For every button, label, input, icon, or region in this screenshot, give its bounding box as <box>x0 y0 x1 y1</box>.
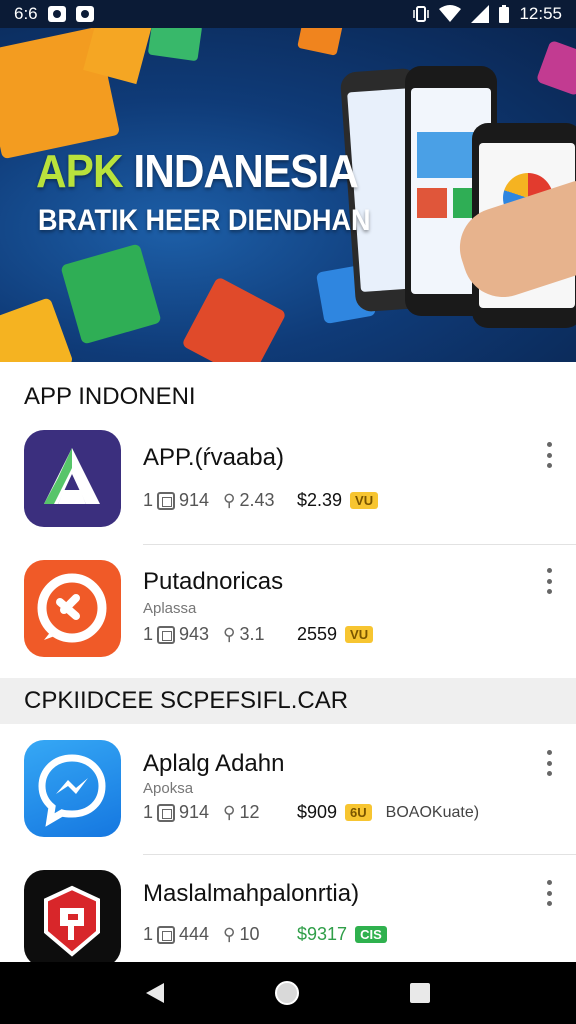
section-header: CPKIIDCEE SCPEFSIFL.CAR <box>0 678 576 724</box>
status-left-text: 6:6 <box>14 4 38 23</box>
yellow-tile-shape <box>0 297 74 362</box>
a-logo-icon <box>24 430 121 527</box>
download-icon <box>157 803 176 822</box>
overflow-menu-icon[interactable] <box>544 442 554 468</box>
app-badge: 6U <box>345 804 372 821</box>
list-item[interactable]: Aplalg Adahn Apoksa 1 914 ⚲ 12 $909 6U BOA… <box>0 734 576 864</box>
section-title: APP INDONENI <box>24 383 196 410</box>
section-title: CPKIIDCEE SCPEFSIFL.CAR <box>24 687 349 714</box>
app-meta: 1 943 ⚲ 3.1 2559 VU <box>143 624 374 645</box>
app-subtitle: Apoksa <box>143 780 194 797</box>
messenger-icon <box>24 740 121 837</box>
rating-icon: ⚲ <box>223 490 236 510</box>
home-icon[interactable] <box>274 981 299 1005</box>
section-header: APP INDONENI <box>0 374 576 420</box>
app-meta: 1 914 ⚲ 2.43 $2.39 VU <box>143 490 379 511</box>
rating-icon: ⚲ <box>223 624 236 644</box>
signal-icon <box>471 5 490 23</box>
app-price: $909 <box>297 802 338 822</box>
green-tile-shape <box>147 28 203 62</box>
status-bar: 6:6 12:55 <box>0 0 576 28</box>
banner-subtitle: BRATIK HEER DIENDHAN <box>38 204 371 237</box>
green-book-shape <box>60 243 162 345</box>
download-icon <box>157 491 176 510</box>
status-time: 12:55 <box>519 4 562 23</box>
banner-title: APK INDANESIA <box>36 145 359 197</box>
notification-icon <box>47 6 66 22</box>
app-price: 2559 <box>297 624 338 644</box>
app-price: $9317 <box>297 924 348 944</box>
pink-tile-shape <box>535 39 576 97</box>
app-badge: VU <box>345 626 374 643</box>
battery-icon <box>499 5 510 23</box>
overflow-menu-icon[interactable] <box>544 568 554 594</box>
divider <box>143 544 576 545</box>
rating-icon: ⚲ <box>223 924 236 944</box>
notification-icon <box>75 6 94 22</box>
app-subtitle: Aplassa <box>143 600 197 617</box>
overflow-menu-icon[interactable] <box>544 880 554 906</box>
back-icon[interactable] <box>145 983 164 1003</box>
orange-tile-shape <box>297 28 343 56</box>
app-extra-text: BOAOKuate) <box>385 803 480 821</box>
red-tile-shape <box>181 276 287 362</box>
app-name: Aplalg Adahn <box>143 750 285 777</box>
list-item[interactable]: APP.(ŕvaaba) 1 914 ⚲ 2.43 $2.39 VU <box>0 424 576 554</box>
app-name: Putadnoricas <box>143 568 284 595</box>
app-meta: 1 444 ⚲ 10 $9317 CIS <box>143 924 387 945</box>
recents-icon[interactable] <box>410 983 431 1003</box>
app-badge: CIS <box>355 926 387 943</box>
overflow-menu-icon[interactable] <box>544 750 554 776</box>
app-badge: VU <box>350 492 379 509</box>
chat-sync-icon <box>24 560 121 657</box>
app-name: Maslalmahpalonrtia) <box>143 880 360 907</box>
navigation-bar <box>0 962 576 1024</box>
wifi-icon <box>439 5 462 22</box>
download-icon <box>157 625 176 644</box>
promo-banner[interactable]: APK INDANESIA BRATIK HEER DIENDHAN <box>0 28 576 362</box>
vibrate-icon <box>413 6 430 22</box>
app-price: $2.39 <box>297 490 343 510</box>
app-name: APP.(ŕvaaba) <box>143 444 284 471</box>
shield-app-icon <box>24 870 121 967</box>
download-icon <box>157 925 176 944</box>
app-meta: 1 914 ⚲ 12 $909 6U BOAOKuate) <box>143 802 480 822</box>
divider <box>143 854 576 855</box>
rating-icon: ⚲ <box>223 802 236 822</box>
list-item[interactable]: Putadnoricas Aplassa 1 943 ⚲ 3.1 2559 VU <box>0 554 576 684</box>
